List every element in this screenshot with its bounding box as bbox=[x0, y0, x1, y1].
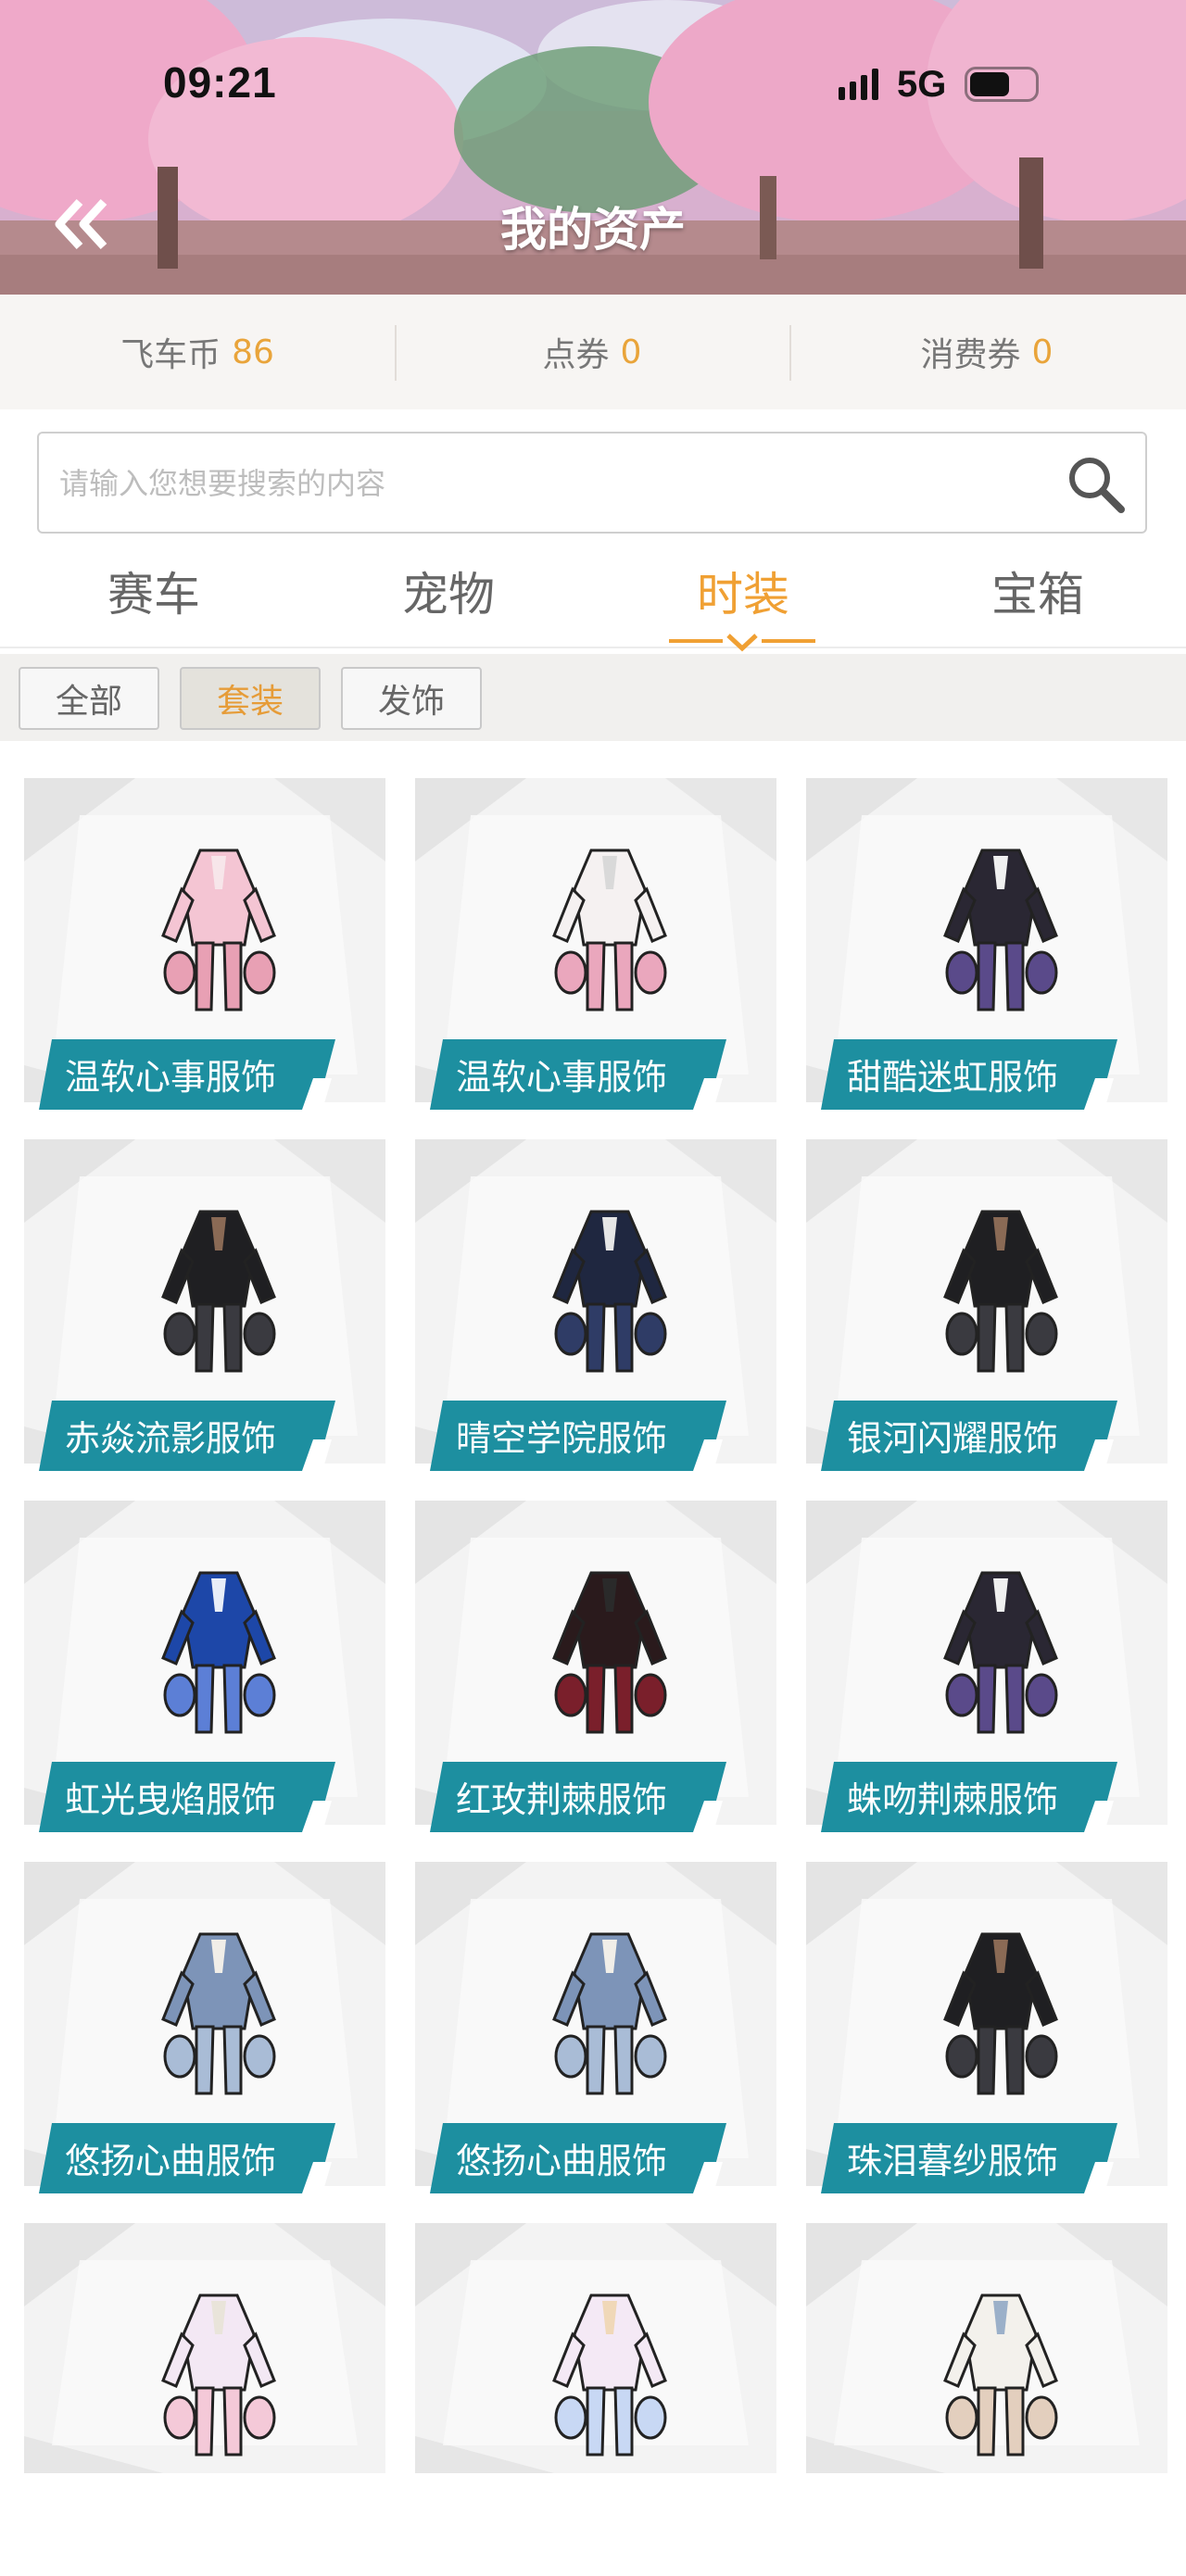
category-tabs: 赛车 宠物 时装 宝箱 bbox=[0, 552, 1186, 652]
outfit-icon bbox=[161, 1210, 276, 1373]
item-name: 悠扬心曲服饰 bbox=[65, 2141, 277, 2181]
signal-icon bbox=[839, 69, 878, 100]
item-name: 珠泪暮纱服饰 bbox=[847, 2141, 1059, 2181]
outfit-icon bbox=[552, 1571, 667, 1734]
item-card[interactable]: 虹光曳焰服饰 bbox=[20, 1464, 391, 1832]
outfit-icon bbox=[552, 1932, 667, 2095]
outfit-icon bbox=[943, 1571, 1058, 1734]
search-input[interactable] bbox=[59, 454, 1004, 513]
item-label-bar: 悠扬心曲服饰 bbox=[39, 2121, 345, 2195]
outfit-icon bbox=[552, 2293, 667, 2457]
asset-label: 飞车币 bbox=[120, 336, 221, 374]
item-tile bbox=[24, 2223, 385, 2473]
status-time: 09:21 bbox=[163, 58, 277, 107]
search-icon bbox=[1069, 458, 1125, 513]
network-label: 5G bbox=[897, 63, 947, 105]
item-card[interactable]: 蛛吻荆棘服饰 bbox=[802, 1464, 1173, 1832]
item-name: 红玫荆棘服饰 bbox=[456, 1779, 668, 1820]
item-name: 虹光曳焰服饰 bbox=[65, 1779, 277, 1820]
item-name: 悠扬心曲服饰 bbox=[456, 2141, 668, 2181]
page-title: 我的资产 bbox=[500, 203, 686, 257]
filter-hair[interactable]: 发饰 bbox=[341, 667, 482, 730]
asset-value: 0 bbox=[1031, 333, 1054, 371]
item-card[interactable] bbox=[802, 2186, 1173, 2547]
item-label-bar: 甜酷迷虹服饰 bbox=[821, 1037, 1127, 1112]
item-name: 晴空学院服饰 bbox=[456, 1418, 668, 1459]
asset-points: 点券 0 bbox=[395, 295, 789, 409]
outfit-icon bbox=[943, 848, 1058, 1012]
item-card[interactable]: 温软心事服饰 bbox=[20, 741, 391, 1110]
tab-cars[interactable]: 赛车 bbox=[61, 558, 246, 624]
item-name: 银河闪耀服饰 bbox=[847, 1418, 1059, 1459]
tab-chests[interactable]: 宝箱 bbox=[945, 558, 1130, 624]
item-card[interactable]: 甜酷迷虹服饰 bbox=[802, 741, 1173, 1110]
item-name: 赤焱流影服饰 bbox=[65, 1418, 277, 1459]
item-tile bbox=[415, 2223, 776, 2473]
filter-suits[interactable]: 套装 bbox=[180, 667, 321, 730]
item-name: 蛛吻荆棘服饰 bbox=[847, 1779, 1059, 1820]
outfit-icon bbox=[161, 1932, 276, 2095]
item-card[interactable]: 悠扬心曲服饰 bbox=[411, 1825, 782, 2193]
asset-value: 86 bbox=[232, 333, 274, 371]
outfit-icon bbox=[161, 848, 276, 1012]
asset-label: 点券 bbox=[542, 336, 610, 374]
outfit-icon bbox=[161, 1571, 276, 1734]
asset-coupons: 消费券 0 bbox=[789, 295, 1184, 409]
item-label-bar: 虹光曳焰服饰 bbox=[39, 1760, 345, 1834]
item-card[interactable]: 赤焱流影服饰 bbox=[20, 1102, 391, 1471]
asset-value: 0 bbox=[620, 333, 642, 371]
search-box bbox=[37, 432, 1147, 534]
item-card[interactable]: 珠泪暮纱服饰 bbox=[802, 1825, 1173, 2193]
item-label-bar: 银河闪耀服饰 bbox=[821, 1399, 1127, 1473]
item-label-bar: 珠泪暮纱服饰 bbox=[821, 2121, 1127, 2195]
active-tab-indicator bbox=[669, 634, 815, 652]
outfit-icon bbox=[161, 2293, 276, 2457]
item-label-bar: 红玫荆棘服饰 bbox=[430, 1760, 736, 1834]
item-label-bar: 赤焱流影服饰 bbox=[39, 1399, 345, 1473]
item-label-bar: 蛛吻荆棘服饰 bbox=[821, 1760, 1127, 1834]
item-card[interactable]: 银河闪耀服饰 bbox=[802, 1102, 1173, 1471]
tab-fashion[interactable]: 时装 bbox=[650, 558, 836, 624]
item-card[interactable]: 晴空学院服饰 bbox=[411, 1102, 782, 1471]
item-label-bar: 温软心事服饰 bbox=[430, 1037, 736, 1112]
item-card[interactable]: 悠扬心曲服饰 bbox=[20, 1825, 391, 2193]
item-name: 甜酷迷虹服饰 bbox=[847, 1057, 1059, 1098]
status-indicators: 5G bbox=[839, 61, 1040, 107]
item-name: 温软心事服饰 bbox=[456, 1057, 668, 1098]
item-card[interactable]: 红玫荆棘服饰 bbox=[411, 1464, 782, 1832]
outfit-icon bbox=[552, 848, 667, 1012]
tab-pets[interactable]: 宠物 bbox=[356, 558, 541, 624]
assets-summary: 飞车币 86 点券 0 消费券 0 bbox=[0, 295, 1186, 409]
outfit-icon bbox=[943, 2293, 1058, 2457]
item-card[interactable]: 温软心事服饰 bbox=[411, 741, 782, 1110]
outfit-icon bbox=[943, 1932, 1058, 2095]
outfit-icon bbox=[943, 1210, 1058, 1373]
asset-coins: 飞车币 86 bbox=[0, 295, 395, 409]
outfit-icon bbox=[552, 1210, 667, 1373]
item-label-bar: 晴空学院服饰 bbox=[430, 1399, 736, 1473]
asset-label: 消费券 bbox=[920, 336, 1021, 374]
item-tile bbox=[806, 2223, 1167, 2473]
search-button[interactable] bbox=[1064, 452, 1129, 517]
header-banner: 09:21 5G 我的资产 bbox=[0, 0, 1186, 295]
item-label-bar: 悠扬心曲服饰 bbox=[430, 2121, 736, 2195]
item-name: 温软心事服饰 bbox=[65, 1057, 277, 1098]
item-card[interactable] bbox=[411, 2186, 782, 2547]
battery-icon bbox=[965, 67, 1040, 102]
item-label-bar: 温软心事服饰 bbox=[39, 1037, 345, 1112]
sub-filters: 全部 套装 发饰 bbox=[0, 654, 1186, 741]
filter-all[interactable]: 全部 bbox=[19, 667, 159, 730]
item-card[interactable] bbox=[20, 2186, 391, 2547]
